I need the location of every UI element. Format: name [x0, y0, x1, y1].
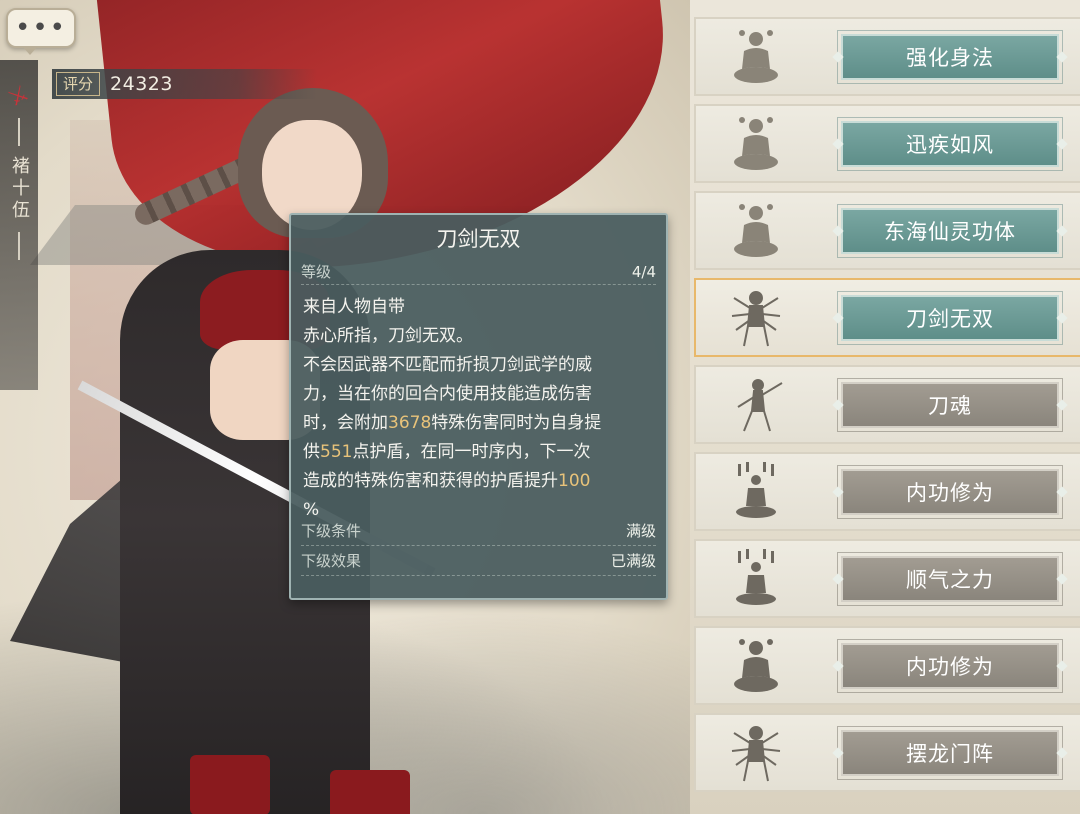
multi-arm-warrior-icon [696, 718, 816, 788]
sword-weapon-icon: ⚔ [3, 80, 34, 113]
skill-button[interactable]: 刀魂 [837, 378, 1063, 432]
skill-card[interactable]: 摆龙门阵 [694, 713, 1080, 792]
desc-line: 造成的特殊伤害和获得的护盾提升 [303, 471, 558, 491]
internal-energy-icon [696, 457, 816, 527]
character-boot [330, 770, 410, 814]
tooltip-title: 刀剑无双 [436, 227, 521, 251]
sword-dancer-icon [696, 370, 816, 440]
desc-line: 时，会附加 [303, 413, 388, 433]
next-effect-value: 已满级 [610, 552, 656, 570]
score-label: 评分 [56, 72, 101, 96]
score-badge: 评分 24323 [52, 69, 317, 99]
skill-button[interactable]: 东海仙灵功体 [837, 204, 1063, 258]
desc-line: 不会因武器不匹配而折损刀剑武学的威 [303, 355, 592, 375]
skill-card[interactable]: 迅疾如风 [694, 104, 1080, 183]
skill-button[interactable]: 顺气之力 [837, 552, 1063, 606]
score-value: 24323 [110, 73, 173, 95]
desc-line: 赤心所指，刀剑无双。 [303, 326, 473, 346]
meditating-monk-icon [696, 109, 816, 179]
character-boot [190, 755, 270, 814]
skill-card[interactable]: 内功修为 [694, 626, 1080, 705]
level-row: 等级 4/4 [301, 259, 656, 285]
character-side-strip[interactable]: ⚔ 褚十伍 [0, 60, 38, 390]
tooltip-footer: 下级条件 满级 下级效果 已满级 [291, 516, 666, 576]
desc-line: 点护盾，在同一时序内，下一次 [352, 442, 591, 462]
divider [18, 232, 20, 260]
shield-value: 551 [320, 442, 353, 462]
meditating-monk-icon [696, 631, 816, 701]
skill-card[interactable]: 顺气之力 [694, 539, 1080, 618]
skill-list: 强化身法 迅疾如风 东海仙灵功体 刀剑无双 刀魂 内功修为 顺气之力 内功修为 … [694, 17, 1080, 800]
desc-line: 力，当在你的回合内使用技能造成伤害 [303, 384, 592, 404]
desc-line: 供 [303, 442, 320, 462]
meditating-monk-icon [696, 196, 816, 266]
skill-tooltip: 刀剑无双 等级 4/4 来自人物自带 赤心所指，刀剑无双。 不会因武器不匹配而折… [289, 213, 668, 600]
damage-value: 3678 [388, 413, 432, 433]
internal-energy-icon [696, 544, 816, 614]
skill-card[interactable]: 强化身法 [694, 17, 1080, 96]
next-condition-label: 下级条件 [301, 522, 362, 540]
multi-arm-warrior-icon [696, 283, 816, 353]
skill-button[interactable]: 内功修为 [837, 465, 1063, 519]
skill-card[interactable]: 东海仙灵功体 [694, 191, 1080, 270]
desc-line: 来自人物自带 [303, 297, 405, 317]
boost-value: 100 [558, 471, 591, 491]
desc-line: 特殊伤害同时为自身提 [431, 413, 602, 433]
skill-button[interactable]: 内功修为 [837, 639, 1063, 693]
tooltip-description: 来自人物自带 赤心所指，刀剑无双。 不会因武器不匹配而折损刀剑武学的威 力，当在… [303, 293, 656, 523]
character-name: 褚十伍 [9, 156, 30, 222]
divider [18, 118, 20, 146]
skill-button[interactable]: 强化身法 [837, 30, 1063, 84]
skill-button[interactable]: 迅疾如风 [837, 117, 1063, 171]
chat-button[interactable]: ••• [6, 8, 76, 55]
skill-button[interactable]: 刀剑无双 [837, 291, 1063, 345]
level-value: 4/4 [631, 262, 656, 281]
skill-card-selected[interactable]: 刀剑无双 [694, 278, 1080, 357]
next-effect-row: 下级效果 已满级 [301, 546, 656, 576]
skill-card[interactable]: 内功修为 [694, 452, 1080, 531]
more-dots-icon: ••• [14, 13, 67, 43]
skill-button[interactable]: 摆龙门阵 [837, 726, 1063, 780]
meditating-monk-icon [696, 22, 816, 92]
skill-card[interactable]: 刀魂 [694, 365, 1080, 444]
next-effect-label: 下级效果 [301, 552, 362, 570]
level-label: 等级 [301, 263, 332, 281]
next-condition-row: 下级条件 满级 [301, 516, 656, 546]
next-condition-value: 满级 [625, 522, 656, 540]
